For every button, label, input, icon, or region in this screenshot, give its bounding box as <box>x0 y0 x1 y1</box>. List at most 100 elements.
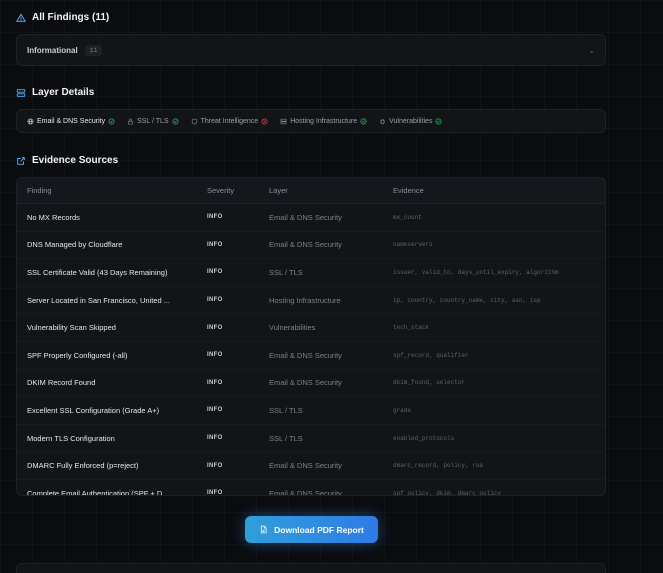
column-header-finding: Finding <box>17 178 197 204</box>
layer-details-bar: Email & DNS Security SSL / TLS Threat In… <box>16 109 606 133</box>
cell-evidence: grade <box>383 396 605 425</box>
severity-badge: INFO <box>197 231 259 260</box>
cell-layer: Email & DNS Security <box>259 369 383 398</box>
layer-email-dns-label: Email & DNS Security <box>37 117 106 125</box>
cell-finding: Server Located in San Francisco, United … <box>17 286 197 315</box>
table-row: Modern TLS Configuration INFO SSL / TLS ena… <box>17 424 605 453</box>
next-section-card <box>16 563 606 573</box>
evidence-sources-header: Evidence Sources <box>16 155 118 166</box>
layer-ssl-tls[interactable]: SSL / TLS <box>127 118 179 125</box>
severity-badge: INFO <box>197 451 259 480</box>
lock-icon <box>128 118 133 124</box>
bug-icon <box>380 118 385 124</box>
cell-layer: Email & DNS Security <box>259 203 383 232</box>
evidence-table-card: Finding Severity Layer Evidence No MX Re… <box>16 177 606 496</box>
evidence-sources-title: Evidence Sources <box>32 155 119 166</box>
all-findings-header: All Findings (11) <box>16 12 109 23</box>
cell-finding: SPF Properly Configured (-all) <box>17 341 197 370</box>
table-row: No MX Records INFO Email & DNS Security mx_… <box>17 203 605 232</box>
download-pdf-report-label: Download PDF Report <box>274 524 364 535</box>
table-row: DNS Managed by Cloudflare INFO Email & DNS… <box>17 231 605 260</box>
cell-layer: Vulnerabilities <box>259 313 383 342</box>
cell-evidence: ip, country, country_name, city, asn, is… <box>383 286 605 315</box>
table-row: Server Located in San Francisco, United … <box>17 286 605 315</box>
check-circle-icon <box>172 118 179 124</box>
cell-finding: SSL Certificate Valid (43 Days Remaining… <box>17 258 197 287</box>
severity-badge: INFO <box>197 396 259 425</box>
column-header-layer: Layer <box>259 178 383 204</box>
chevron-down-icon[interactable]: ⌄ <box>588 46 595 55</box>
cell-layer: Email & DNS Security <box>259 341 383 370</box>
layer-details-title: Layer Details <box>32 87 95 98</box>
all-findings-title: All Findings (11) <box>32 12 110 23</box>
cell-layer: Email & DNS Security <box>269 488 342 496</box>
shield-icon <box>191 118 197 124</box>
download-pdf-report-button[interactable]: Download PDF Report <box>245 516 378 543</box>
layer-threat-intelligence[interactable]: Threat Intelligence <box>191 118 269 125</box>
document-icon <box>261 525 267 534</box>
table-row: DMARC Fully Enforced (p=reject) INFO Email… <box>17 451 605 480</box>
server-icon <box>280 118 287 124</box>
cell-finding: Vulnerability Scan Skipped <box>17 313 197 342</box>
table-row: SSL Certificate Valid (43 Days Remaining… <box>17 258 605 287</box>
table-row: Complete Email Authentication (SPF + D..… <box>17 479 605 496</box>
severity-badge: INFO <box>197 286 259 315</box>
cell-layer: SSL / TLS <box>259 396 383 425</box>
cell-layer: Email & DNS Security <box>259 231 383 260</box>
layer-vulnerabilities[interactable]: Vulnerabilities <box>379 118 442 125</box>
check-circle-icon <box>435 118 442 124</box>
x-circle-icon <box>261 118 268 124</box>
cell-evidence: nameservers <box>383 231 605 260</box>
external-link-icon <box>17 156 25 165</box>
layer-hosting-infrastructure[interactable]: Hosting Infrastructure <box>280 118 367 125</box>
informational-group[interactable]: Informational 11 ⌄ <box>16 34 606 66</box>
table-row: DKIM Record Found INFO Email & DNS Securit… <box>17 369 605 398</box>
evidence-table: Finding Severity Layer Evidence No MX Re… <box>17 178 605 496</box>
layer-email-dns[interactable]: Email & DNS Security <box>27 118 115 125</box>
table-row: SPF Properly Configured (-all) INFO Email … <box>17 341 605 370</box>
warning-triangle-icon <box>16 12 26 22</box>
cell-evidence: dmarc_record, policy, rua <box>383 451 605 480</box>
cell-finding: Complete Email Authentication (SPF + D..… <box>27 488 169 496</box>
cell-layer: SSL / TLS <box>259 258 383 287</box>
severity-badge: INFO <box>197 369 259 398</box>
cell-evidence: dkim_found, selector <box>383 369 605 398</box>
cell-layer: Email & DNS Security <box>259 451 383 480</box>
check-circle-icon <box>108 118 115 124</box>
cell-finding: DKIM Record Found <box>17 369 197 398</box>
cell-layer: SSL / TLS <box>259 424 383 453</box>
cell-evidence: enabled_protocols <box>383 424 605 453</box>
severity-badge: INFO <box>197 258 259 287</box>
severity-badge: INFO <box>197 424 259 453</box>
cell-evidence: spf_policy, dkim, dmarc_policy <box>393 489 502 496</box>
cell-evidence: tech_stack <box>383 313 605 342</box>
informational-count-badge: 11 <box>84 44 103 56</box>
cell-finding: DMARC Fully Enforced (p=reject) <box>17 451 197 480</box>
informational-label: Informational <box>27 45 78 55</box>
cell-layer: Hosting Infrastructure <box>259 286 383 315</box>
layer-threat-intelligence-label: Threat Intelligence <box>200 117 259 125</box>
cell-evidence: mx_count <box>383 203 605 232</box>
cell-finding: Excellent SSL Configuration (Grade A+) <box>17 396 197 425</box>
layer-ssl-tls-label: SSL / TLS <box>137 117 169 125</box>
cell-finding: Modern TLS Configuration <box>17 424 197 453</box>
cell-evidence: issuer, valid_to, days_until_expiry, alg… <box>383 258 605 287</box>
column-header-evidence: Evidence <box>383 178 605 204</box>
check-circle-icon <box>360 118 367 124</box>
table-header-row: Finding Severity Layer Evidence <box>17 178 605 204</box>
severity-badge: INFO <box>207 490 223 496</box>
severity-badge: INFO <box>197 341 259 370</box>
layer-hosting-infrastructure-label: Hosting Infrastructure <box>290 117 358 125</box>
layer-details-header: Layer Details <box>16 87 94 98</box>
cell-finding: DNS Managed by Cloudflare <box>17 231 197 260</box>
cell-finding: No MX Records <box>17 203 197 232</box>
cell-evidence: spf_record, qualifier <box>383 341 605 370</box>
severity-badge: INFO <box>197 313 259 342</box>
column-header-severity: Severity <box>197 178 259 204</box>
table-row: Vulnerability Scan Skipped INFO Vulnerabil… <box>17 313 605 342</box>
layer-vulnerabilities-label: Vulnerabilities <box>389 117 433 125</box>
globe-icon <box>27 118 34 124</box>
layers-icon <box>16 88 26 97</box>
table-row: Excellent SSL Configuration (Grade A+) IN… <box>17 396 605 425</box>
severity-badge: INFO <box>197 203 259 232</box>
